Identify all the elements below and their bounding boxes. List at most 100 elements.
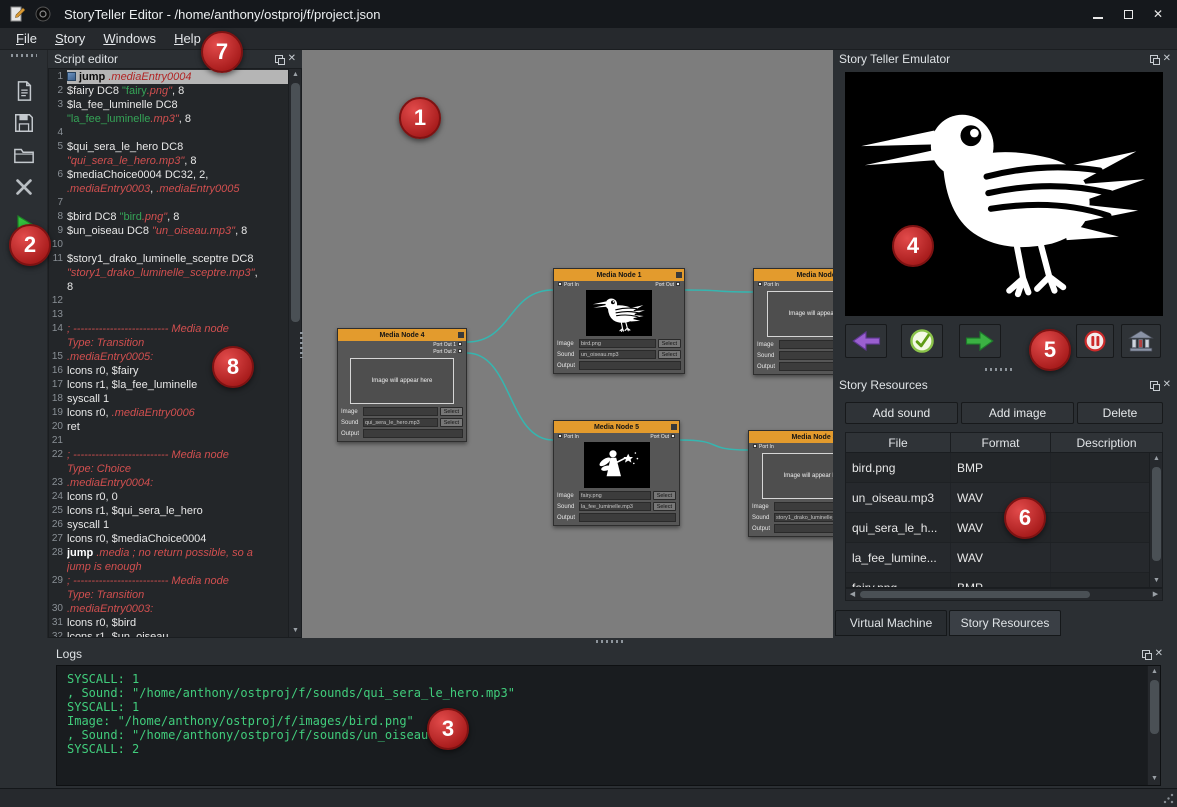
port-out[interactable]: Port Out 2 <box>433 349 464 355</box>
scroll-down-icon[interactable]: ▼ <box>1148 773 1161 785</box>
menu-story[interactable]: Story <box>47 29 93 48</box>
code-line[interactable]: 14; -------------------------- Media nod… <box>49 322 288 350</box>
logs-output[interactable]: SYSCALL: 1, Sound: "/home/anthony/ostpro… <box>56 665 1161 786</box>
scroll-down-icon[interactable]: ▼ <box>289 625 302 637</box>
select-button[interactable]: Select <box>440 418 463 427</box>
field-value[interactable] <box>363 429 463 438</box>
tab-story-resources[interactable]: Story Resources <box>949 610 1061 636</box>
delete-button[interactable]: Delete <box>1077 402 1163 424</box>
field-value[interactable] <box>774 524 833 533</box>
node-title[interactable]: Media Node 4 <box>338 329 466 341</box>
previous-button[interactable] <box>845 324 887 358</box>
code-line[interactable]: 31lcons r0, $bird <box>49 616 288 630</box>
table-row[interactable]: bird.pngBMP <box>846 453 1162 483</box>
code-line[interactable]: 7 <box>49 196 288 210</box>
port-out[interactable]: Port Out <box>655 282 682 288</box>
select-button[interactable]: Select <box>653 502 676 511</box>
select-button[interactable]: Select <box>440 407 463 416</box>
code-line[interactable]: 24lcons r0, 0 <box>49 490 288 504</box>
table-row[interactable]: fairy.pngBMP <box>846 573 1162 588</box>
code-line[interactable]: 10 <box>49 238 288 252</box>
column-description[interactable]: Description <box>1051 433 1162 452</box>
scrollbar-thumb[interactable] <box>860 591 1090 598</box>
code-line[interactable]: 30.mediaEntry0003: <box>49 602 288 616</box>
close-panel-icon[interactable]: ✕ <box>1163 54 1171 64</box>
field-value[interactable] <box>363 407 438 416</box>
float-panel-icon[interactable] <box>1142 650 1150 658</box>
title-bar[interactable]: StoryTeller Editor - /home/anthony/ostpr… <box>0 0 1177 28</box>
next-button[interactable] <box>959 324 1001 358</box>
port-dot-icon[interactable] <box>558 434 562 438</box>
code-line[interactable]: 2$fairy DC8 "fairy.png", 8 <box>49 84 288 98</box>
code-line[interactable]: 4 <box>49 126 288 140</box>
code-line[interactable]: 29; -------------------------- Media nod… <box>49 574 288 602</box>
media-node[interactable]: Media Node 4Port Out 1Port Out 2Image wi… <box>337 328 467 442</box>
code-line[interactable]: 23.mediaEntry0004: <box>49 476 288 490</box>
column-file[interactable]: File <box>846 433 951 452</box>
select-button[interactable]: Select <box>653 491 676 500</box>
port-dot-icon[interactable] <box>671 434 675 438</box>
field-value[interactable] <box>774 502 833 511</box>
code-line[interactable]: 25lcons r1, $qui_sera_le_hero <box>49 504 288 518</box>
minimize-button[interactable] <box>1083 0 1113 28</box>
port-dot-icon[interactable] <box>758 282 762 286</box>
close-panel-icon[interactable]: ✕ <box>1163 380 1171 390</box>
scroll-up-icon[interactable]: ▲ <box>1150 453 1163 465</box>
select-button[interactable]: Select <box>658 339 681 348</box>
scroll-up-icon[interactable]: ▲ <box>1148 666 1161 678</box>
add-image-button[interactable]: Add image <box>961 402 1074 424</box>
field-value[interactable]: la_fee_luminelle.mp3 <box>579 502 651 511</box>
field-value[interactable] <box>579 361 681 370</box>
port-in[interactable]: Port In <box>756 282 779 288</box>
maximize-button[interactable] <box>1113 0 1143 28</box>
port-dot-icon[interactable] <box>753 444 757 448</box>
code-line[interactable]: 22; -------------------------- Media nod… <box>49 448 288 476</box>
field-value[interactable]: fairy.png <box>579 491 651 500</box>
code-line[interactable]: 9$un_oiseau DC8 "un_oiseau.mp3", 8 <box>49 224 288 238</box>
port-in[interactable]: Port In <box>556 434 579 440</box>
media-node[interactable]: Media Node 5Port InPort Out Imagefairy.p… <box>553 420 680 526</box>
scrollbar-thumb[interactable] <box>1152 467 1161 561</box>
field-value[interactable]: qui_sera_le_hero.mp3 <box>363 418 438 427</box>
save-button[interactable] <box>9 108 39 138</box>
scrollbar-thumb[interactable] <box>291 83 300 322</box>
splitter-handle-horizontal[interactable] <box>596 640 624 643</box>
toolbar-drag-handle[interactable] <box>11 54 37 57</box>
node-title[interactable]: Media Node 3 <box>749 431 833 443</box>
code-line[interactable]: 20ret <box>49 420 288 434</box>
scroll-left-icon[interactable]: ◀ <box>846 589 859 600</box>
float-panel-icon[interactable] <box>1150 381 1158 389</box>
code-line[interactable]: 19lcons r0, .mediaEntry0006 <box>49 406 288 420</box>
code-line[interactable]: 13 <box>49 308 288 322</box>
open-button[interactable] <box>9 140 39 170</box>
code-line[interactable]: 1jump .mediaEntry0004 <box>49 70 288 84</box>
table-scrollbar[interactable]: ▲ ▼ <box>1149 453 1162 587</box>
script-editor[interactable]: 1jump .mediaEntry00042$fairy DC8 "fairy.… <box>48 68 302 638</box>
pause-button[interactable] <box>1076 324 1114 358</box>
port-out[interactable]: Port Out 1 <box>433 342 464 348</box>
close-panel-icon[interactable]: ✕ <box>288 54 296 64</box>
table-hscrollbar[interactable]: ◀ ▶ <box>845 588 1163 601</box>
code-line[interactable]: 27lcons r0, $mediaChoice0004 <box>49 532 288 546</box>
scrollbar-thumb[interactable] <box>1150 680 1159 734</box>
media-node[interactable]: Media Node 1Port InPort Out Imagebird.pn… <box>553 268 685 374</box>
port-out[interactable]: Port Out <box>650 434 677 440</box>
column-format[interactable]: Format <box>951 433 1051 452</box>
code-line[interactable]: 11$story1_drako_luminelle_sceptre DC8"st… <box>49 252 288 294</box>
home-button[interactable] <box>1121 324 1161 358</box>
menu-windows[interactable]: Windows <box>95 29 164 48</box>
field-value[interactable] <box>779 340 833 349</box>
scroll-right-icon[interactable]: ▶ <box>1149 589 1162 600</box>
float-panel-icon[interactable] <box>275 55 283 63</box>
code-line[interactable]: 18syscall 1 <box>49 392 288 406</box>
node-canvas[interactable]: Media Node 4Port Out 1Port Out 2Image wi… <box>302 50 833 638</box>
port-dot-icon[interactable] <box>558 282 562 286</box>
splitter-handle-vertical[interactable] <box>300 332 303 358</box>
resize-grip[interactable] <box>1163 793 1174 804</box>
field-value[interactable] <box>779 351 833 360</box>
select-button[interactable]: Select <box>658 350 681 359</box>
port-dot-icon[interactable] <box>458 342 462 346</box>
node-title[interactable]: Media Node 2 <box>754 269 833 281</box>
add-sound-button[interactable]: Add sound <box>845 402 958 424</box>
code-line[interactable]: 5$qui_sera_le_hero DC8"qui_sera_le_hero.… <box>49 140 288 168</box>
